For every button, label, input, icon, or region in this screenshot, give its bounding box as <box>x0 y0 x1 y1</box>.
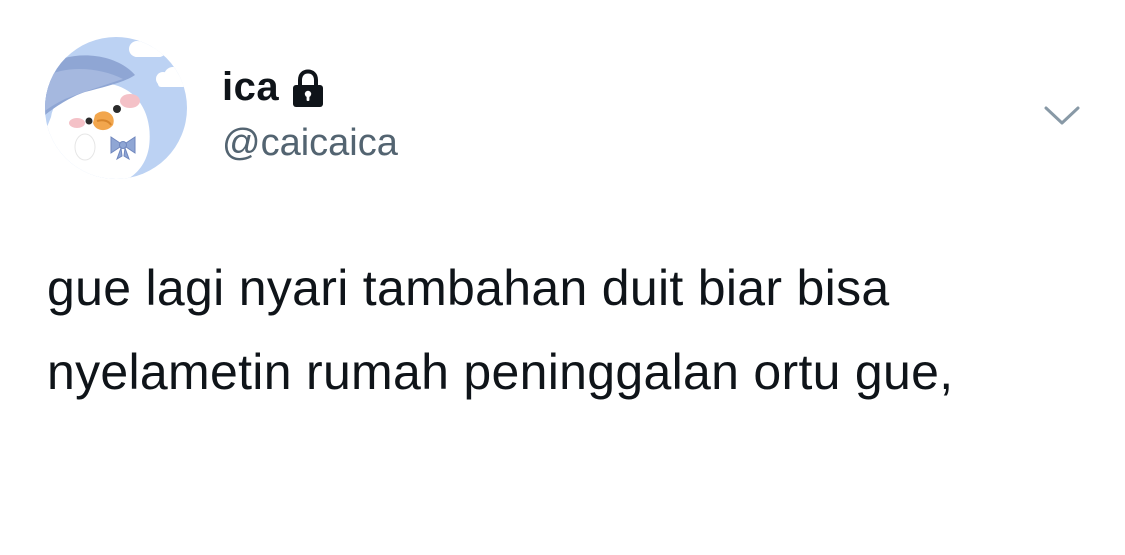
display-name[interactable]: ica <box>222 62 279 112</box>
author-handle[interactable]: @caicaica <box>222 118 398 168</box>
duck-avatar-icon <box>45 37 187 179</box>
more-options-button[interactable] <box>1040 98 1084 134</box>
avatar[interactable] <box>45 37 187 179</box>
lock-icon <box>293 69 324 107</box>
tweet-card: ica @caicaica gue lagi nyari tambahan du… <box>0 0 1125 555</box>
chevron-down-icon <box>1044 106 1080 125</box>
tweet-text: gue lagi nyari tambahan duit biar bisa n… <box>47 260 954 400</box>
author-name-row: ica <box>222 62 325 112</box>
